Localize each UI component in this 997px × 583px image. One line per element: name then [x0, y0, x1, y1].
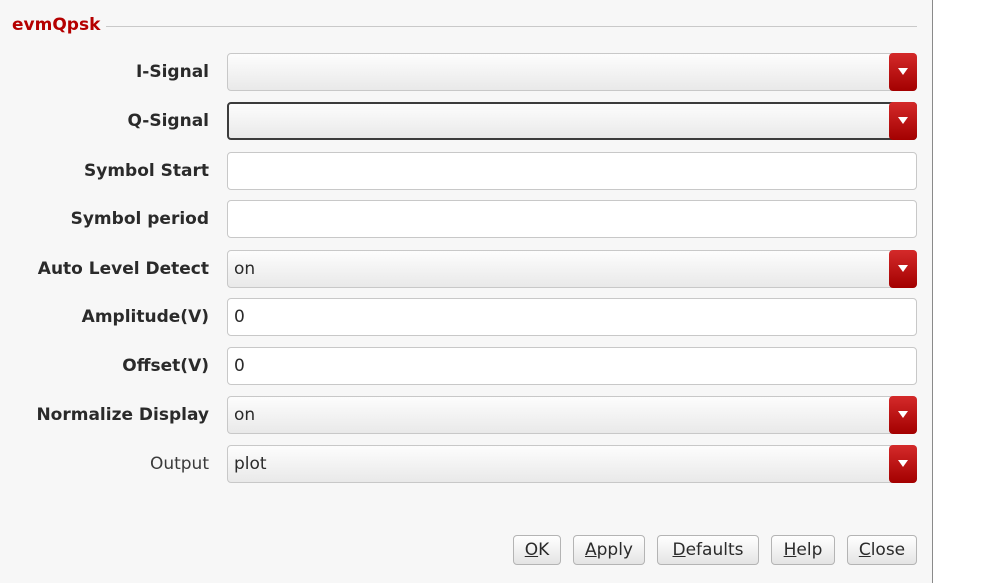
output-dropdown-button[interactable] [889, 445, 917, 483]
evmqpsk-dialog: evmQpsk I-Signal Q-Signal Symbol Start S… [0, 0, 933, 583]
row-symbol-start: Symbol Start [0, 152, 933, 190]
offset-label: Offset(V) [122, 356, 209, 376]
ok-button[interactable]: OK [513, 535, 561, 565]
row-offset: Offset(V) 0 [0, 347, 933, 385]
symbol-period-label: Symbol period [70, 209, 209, 229]
normalize-display-value: on [234, 405, 256, 425]
row-q-signal: Q-Signal [0, 102, 933, 140]
amplitude-input[interactable]: 0 [227, 298, 917, 336]
help-button[interactable]: Help [771, 535, 835, 565]
help-label-rest: elp [796, 540, 823, 560]
symbol-period-input[interactable] [227, 200, 917, 238]
i-signal-dropdown-button[interactable] [889, 53, 917, 91]
close-button[interactable]: Close [847, 535, 917, 565]
auto-level-detect-label: Auto Level Detect [37, 259, 209, 279]
output-value: plot [234, 454, 267, 474]
defaults-label-rest: efaults [685, 540, 744, 560]
row-i-signal: I-Signal [0, 53, 933, 91]
q-signal-label: Q-Signal [127, 111, 209, 131]
chevron-down-icon [898, 265, 908, 272]
ok-label-rest: K [538, 540, 550, 560]
i-signal-label: I-Signal [135, 62, 209, 82]
close-label-rest: lose [870, 540, 906, 560]
chevron-down-icon [898, 411, 908, 418]
auto-level-detect-dropdown-button[interactable] [889, 250, 917, 288]
normalize-display-label: Normalize Display [36, 405, 209, 425]
row-auto-level-detect: Auto Level Detect on [0, 250, 933, 288]
normalize-display-combobox[interactable]: on [227, 396, 917, 434]
output-label: Output [149, 454, 209, 474]
chevron-down-icon [898, 460, 908, 467]
chevron-down-icon [898, 68, 908, 75]
symbol-start-label: Symbol Start [84, 161, 209, 181]
amplitude-value: 0 [234, 307, 245, 327]
auto-level-detect-combobox[interactable]: on [227, 250, 917, 288]
row-output: Output plot [0, 445, 933, 483]
apply-mnemonic: A [584, 540, 597, 560]
output-combobox[interactable]: plot [227, 445, 917, 483]
offset-input[interactable]: 0 [227, 347, 917, 385]
i-signal-combobox[interactable] [227, 53, 917, 91]
chevron-down-icon [898, 117, 908, 124]
defaults-button[interactable]: Defaults [657, 535, 759, 565]
auto-level-detect-value: on [234, 259, 256, 279]
amplitude-label: Amplitude(V) [81, 307, 209, 327]
q-signal-dropdown-button[interactable] [889, 102, 917, 140]
row-normalize-display: Normalize Display on [0, 396, 933, 434]
apply-label-rest: pply [596, 540, 633, 560]
apply-button[interactable]: Apply [573, 535, 645, 565]
row-amplitude: Amplitude(V) 0 [0, 298, 933, 336]
close-mnemonic: C [858, 540, 871, 560]
defaults-mnemonic: D [672, 540, 686, 560]
q-signal-combobox[interactable] [227, 102, 917, 140]
group-title: evmQpsk [12, 13, 107, 37]
help-mnemonic: H [783, 540, 797, 560]
group-divider [12, 26, 917, 27]
ok-mnemonic: O [524, 540, 539, 560]
normalize-display-dropdown-button[interactable] [889, 396, 917, 434]
symbol-start-input[interactable] [227, 152, 917, 190]
offset-value: 0 [234, 356, 245, 376]
row-symbol-period: Symbol period [0, 200, 933, 238]
